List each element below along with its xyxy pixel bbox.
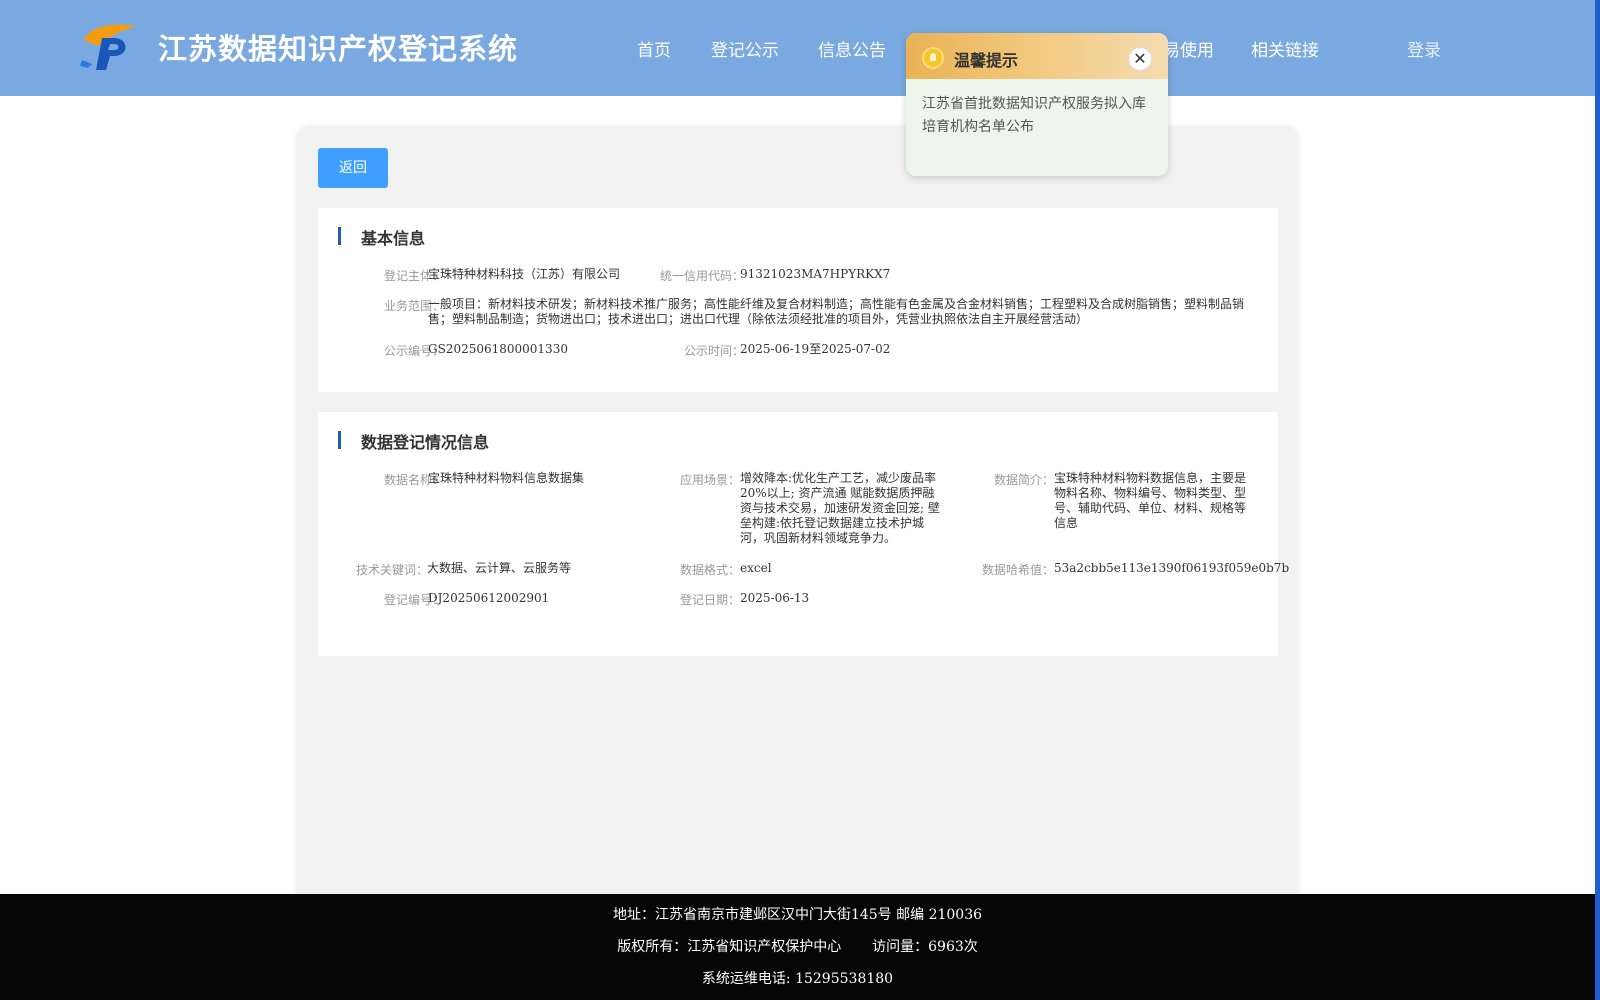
pub-time-value: 2025-06-19至2025-07-02 [740, 342, 891, 356]
intro-value: 宝珠特种材料物料数据信息，主要是物料名称、物料编号、物料类型、型号、辅助代码、单… [1054, 471, 1247, 530]
popup-header: 温馨提示 ✕ [906, 33, 1168, 79]
section-bar [338, 227, 341, 245]
footer-visits: 访问量：6963次 [872, 939, 978, 955]
credit-code-label: 统一信用代码： [659, 269, 744, 283]
section-title-registration: 数据登记情况信息 [361, 433, 490, 452]
format-label: 数据格式： [679, 563, 740, 577]
pub-time-label: 公示时间： [683, 344, 744, 358]
intro-label: 数据简介： [993, 473, 1054, 487]
registration-info-card: 数据登记情况信息 数据名称： 宝珠特种材料物料信息数据集 应用场景： 增效降本:… [318, 412, 1290, 656]
keywords-label: 技术关键词： [355, 563, 428, 577]
footer-copyright: 版权所有：江苏省知识产权保护中心 [617, 939, 842, 955]
data-name-value: 宝珠特种材料物料信息数据集 [428, 471, 585, 485]
footer-address: 地址：江苏省南京市建邺区汉中门大街145号 邮编 210036 [612, 907, 983, 923]
popup-title: 温馨提示 [954, 51, 1019, 70]
pub-no-value: GS2025061800001330 [428, 342, 568, 356]
scope-value: 一般项目：新材料技术研发；新材料技术推广服务；高性能纤维及复合材料制造；高性能有… [428, 297, 1245, 326]
nav-related-links[interactable]: 相关链接 [1251, 36, 1319, 61]
credit-code-value: 91321023MA7HPYRKX7 [740, 267, 891, 281]
site-title[interactable]: 江苏数据知识产权登记系统 [158, 26, 518, 68]
scene-value: 增效降本:优化生产工艺，减少废品率20%以上; 资产流通 赋能数据质押融资与技术… [740, 471, 940, 545]
notice-popup: 温馨提示 ✕ 江苏省首批数据知识产权服务拟入库培育机构名单公布 [906, 33, 1168, 176]
footer-hotline: 系统运维电话: 15295538180 [701, 971, 894, 987]
keywords-value: 大数据、云计算、云服务等 [427, 561, 572, 575]
close-icon[interactable]: ✕ [1128, 47, 1152, 71]
popup-message[interactable]: 江苏省首批数据知识产权服务拟入库培育机构名单公布 [922, 93, 1156, 139]
nav-home[interactable]: 首页 [637, 36, 671, 61]
nav-registration-publicity[interactable]: 登记公示 [711, 36, 779, 61]
login-link[interactable]: 登录 [1407, 36, 1441, 61]
reg-date-label: 登记日期： [679, 593, 740, 607]
top-header: 江苏数据知识产权登记系统 首页 登记公示 信息公告 易使用 相关链接 登录 [0, 0, 1595, 96]
section-bar [338, 431, 341, 449]
page-edge-strip [1595, 0, 1600, 1000]
subject-value: 宝珠特种材料科技（江苏）有限公司 [428, 267, 621, 281]
nav-info-announcement[interactable]: 信息公告 [818, 36, 886, 61]
reg-no-value: DJ20250612002901 [428, 591, 550, 605]
hash-label: 数据哈希值： [981, 563, 1054, 577]
lightbulb-icon [922, 47, 944, 69]
hash-value: 53a2cbb5e113e1390f06193f059e0b7b [1054, 561, 1290, 575]
jp-logo-icon[interactable] [80, 20, 140, 72]
page-footer: 地址：江苏省南京市建邺区汉中门大街145号 邮编 210036 版权所有：江苏省… [0, 894, 1595, 1000]
format-value: excel [740, 561, 772, 575]
back-button[interactable]: 返回 [318, 148, 388, 188]
nav-easy-use[interactable]: 易使用 [1163, 36, 1214, 61]
reg-date-value: 2025-06-13 [740, 591, 810, 605]
basic-info-card: 基本信息 登记主体： 宝珠特种材料科技（江苏）有限公司 统一信用代码： 9132… [318, 208, 1278, 392]
footer-copyright-row: 版权所有：江苏省知识产权保护中心 访问量：6963次 [0, 936, 1595, 956]
section-title-basic: 基本信息 [361, 229, 426, 248]
scene-label: 应用场景： [679, 473, 740, 487]
